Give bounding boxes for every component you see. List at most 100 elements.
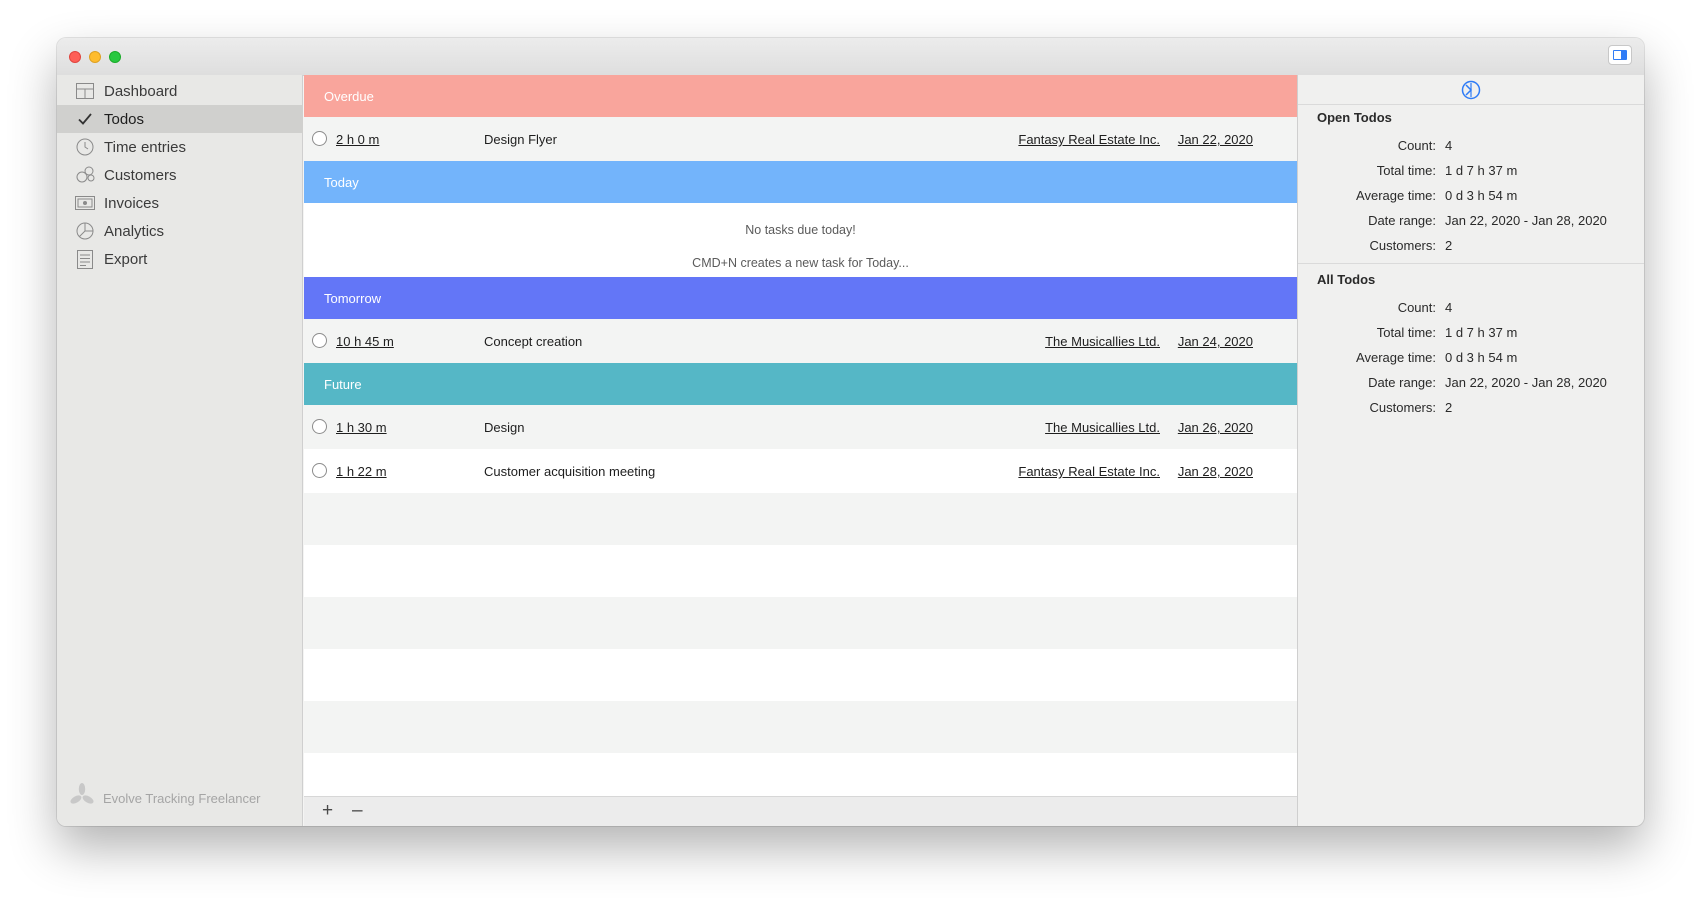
- inspector-divider: [1298, 263, 1644, 264]
- todo-date-link[interactable]: Jan 28, 2020: [1178, 464, 1253, 479]
- stat-row: Date range: Jan 22, 2020 - Jan 28, 2020: [1298, 375, 1644, 395]
- todo-customer-link[interactable]: Fantasy Real Estate Inc.: [1018, 464, 1160, 479]
- all-todos-title: All Todos: [1317, 272, 1376, 287]
- sidebar-item-label: Time entries: [104, 138, 186, 156]
- empty-row: [304, 649, 1297, 701]
- sidebar-item-todos[interactable]: Todos: [57, 105, 303, 133]
- inspector-header: [1298, 75, 1644, 105]
- sidebar-item-analytics[interactable]: Analytics: [57, 217, 303, 245]
- todo-duration-link[interactable]: 10 h 45 m: [336, 334, 394, 349]
- close-window-button[interactable]: [69, 51, 81, 63]
- dashboard-icon: [75, 81, 95, 101]
- sidebar-item-time-entries[interactable]: Time entries: [57, 133, 303, 161]
- todo-date-link[interactable]: Jan 26, 2020: [1178, 420, 1253, 435]
- statistics-toggle-icon[interactable]: [1461, 80, 1481, 105]
- complete-checkbox[interactable]: [312, 131, 327, 146]
- sidebar-item-label: Analytics: [104, 222, 165, 240]
- sidebar-item-label: Export: [104, 250, 148, 268]
- minimize-window-button[interactable]: [89, 51, 101, 63]
- invoice-icon: [75, 193, 95, 213]
- todo-date-link[interactable]: Jan 22, 2020: [1178, 132, 1253, 147]
- sidebar-item-label: Customers: [104, 166, 177, 184]
- empty-state-hint: CMD+N creates a new task for Today...: [692, 256, 909, 270]
- todo-row[interactable]: 10 h 45 m Concept creation The Musicalli…: [304, 319, 1297, 363]
- export-icon: [75, 249, 95, 269]
- sidebar-item-export[interactable]: Export: [57, 245, 303, 273]
- checkmark-icon: [75, 109, 95, 129]
- stat-value: 4: [1445, 138, 1453, 153]
- stat-value: 4: [1445, 300, 1453, 315]
- section-title: Future: [324, 376, 362, 392]
- sidebar: Dashboard Todos Time entries Customers I…: [57, 75, 303, 826]
- stat-label: Customers:: [1369, 400, 1436, 415]
- todo-title: Customer acquisition meeting: [484, 464, 656, 479]
- stat-label: Total time:: [1376, 325, 1436, 340]
- todo-row[interactable]: 2 h 0 m Design Flyer Fantasy Real Estate…: [304, 117, 1297, 161]
- todo-duration-link[interactable]: 2 h 0 m: [336, 132, 379, 147]
- todo-duration-link[interactable]: 1 h 22 m: [336, 464, 387, 479]
- app-window: Dashboard Todos Time entries Customers I…: [57, 38, 1644, 826]
- stat-row: Count: 4: [1298, 300, 1644, 320]
- sidebar-item-label: Invoices: [104, 194, 160, 212]
- section-header-today: Today: [304, 161, 1297, 203]
- stat-row: Customers: 2: [1298, 238, 1644, 258]
- stat-label: Average time:: [1356, 188, 1436, 203]
- stat-row: Total time: 1 d 7 h 37 m: [1298, 325, 1644, 345]
- complete-checkbox[interactable]: [312, 333, 327, 348]
- list-bottom-bar: + –: [304, 796, 1297, 826]
- stat-label: Average time:: [1356, 350, 1436, 365]
- todo-customer-link[interactable]: The Musicallies Ltd.: [1045, 334, 1160, 349]
- add-todo-button[interactable]: +: [322, 800, 333, 822]
- stat-row: Average time: 0 d 3 h 54 m: [1298, 188, 1644, 208]
- stat-label: Customers:: [1369, 238, 1436, 253]
- remove-todo-button[interactable]: –: [352, 800, 363, 822]
- todo-date-link[interactable]: Jan 24, 2020: [1178, 334, 1253, 349]
- section-title: Tomorrow: [324, 290, 382, 306]
- sidebar-item-label: Todos: [104, 110, 145, 128]
- open-todos-title: Open Todos: [1317, 110, 1392, 125]
- complete-checkbox[interactable]: [312, 463, 327, 478]
- stat-value: 0 d 3 h 54 m: [1445, 188, 1518, 203]
- section-title: Today: [324, 174, 359, 190]
- stat-label: Date range:: [1368, 375, 1436, 390]
- sidebar-item-label: Dashboard: [104, 82, 178, 100]
- stat-value: 1 d 7 h 37 m: [1445, 163, 1518, 178]
- stat-value: 2: [1445, 238, 1453, 253]
- empty-row: [304, 545, 1297, 597]
- sidebar-item-invoices[interactable]: Invoices: [57, 189, 303, 217]
- todo-list: Overdue 2 h 0 m Design Flyer Fantasy Rea…: [304, 75, 1297, 826]
- section-header-future: Future: [304, 363, 1297, 405]
- complete-checkbox[interactable]: [312, 419, 327, 434]
- stat-label: Count:: [1397, 138, 1436, 153]
- inspector-panel: Open Todos Count: 4 Total time: 1 d 7 h 37…: [1297, 75, 1644, 826]
- stat-row: Total time: 1 d 7 h 37 m: [1298, 163, 1644, 183]
- stat-label: Date range:: [1368, 213, 1436, 228]
- brand: Evolve Tracking Freelancer: [69, 783, 261, 814]
- empty-state-message: No tasks due today!: [745, 223, 856, 237]
- toggle-inspector-button[interactable]: [1608, 45, 1632, 65]
- stat-row: Customers: 2: [1298, 400, 1644, 420]
- section-title: Overdue: [324, 88, 374, 104]
- sidebar-item-customers[interactable]: Customers: [57, 161, 303, 189]
- stat-value: 1 d 7 h 37 m: [1445, 325, 1518, 340]
- title-bar: [57, 38, 1644, 76]
- brand-name: Evolve Tracking Freelancer: [103, 791, 261, 806]
- todo-customer-link[interactable]: The Musicallies Ltd.: [1045, 420, 1160, 435]
- stat-row: Date range: Jan 22, 2020 - Jan 28, 2020: [1298, 213, 1644, 233]
- stat-value: 2: [1445, 400, 1453, 415]
- todo-customer-link[interactable]: Fantasy Real Estate Inc.: [1018, 132, 1160, 147]
- empty-row: [304, 701, 1297, 753]
- stat-label: Total time:: [1376, 163, 1436, 178]
- zoom-window-button[interactable]: [109, 51, 121, 63]
- stat-value: Jan 22, 2020 - Jan 28, 2020: [1445, 375, 1607, 390]
- clock-icon: [75, 137, 95, 157]
- sidebar-right-icon: [1613, 50, 1627, 60]
- sidebar-item-dashboard[interactable]: Dashboard: [57, 77, 303, 105]
- todo-duration-link[interactable]: 1 h 30 m: [336, 420, 387, 435]
- todo-title: Concept creation: [484, 334, 583, 349]
- section-header-tomorrow: Tomorrow: [304, 277, 1297, 319]
- stat-label: Count:: [1397, 300, 1436, 315]
- todo-row[interactable]: 1 h 30 m Design The Musicallies Ltd. Jan…: [304, 405, 1297, 449]
- todo-row[interactable]: 1 h 22 m Customer acquisition meeting Fa…: [304, 449, 1297, 493]
- brand-logo-icon: [69, 783, 95, 814]
